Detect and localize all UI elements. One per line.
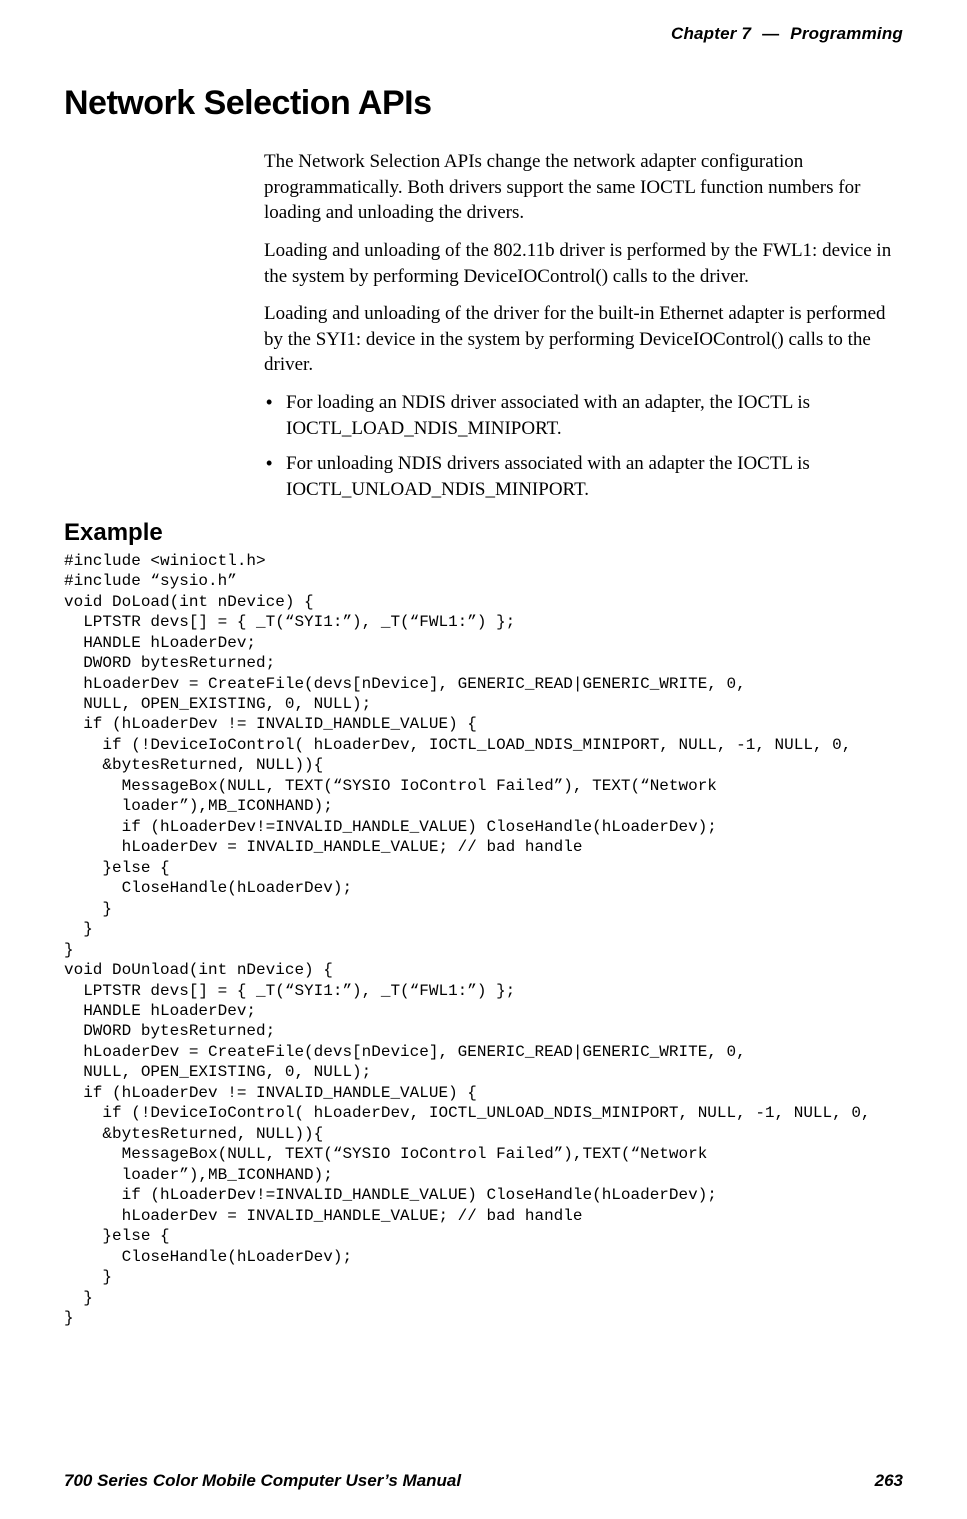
bullet-item-2: For unloading NDIS drivers associated wi… [264, 451, 903, 502]
paragraph-1: The Network Selection APIs change the ne… [264, 149, 903, 226]
body-column: The Network Selection APIs change the ne… [264, 149, 903, 503]
page: Chapter 7 — Programming Network Selectio… [0, 0, 967, 1519]
bullet-item-1: For loading an NDIS driver associated wi… [264, 390, 903, 441]
header-separator: — [756, 24, 785, 43]
paragraph-3: Loading and unloading of the driver for … [264, 301, 903, 378]
page-footer: 700 Series Color Mobile Computer User’s … [64, 1471, 903, 1491]
manual-title: 700 Series Color Mobile Computer User’s … [64, 1471, 461, 1491]
chapter-number: 7 [742, 24, 752, 43]
example-heading: Example [64, 519, 903, 547]
page-number: 263 [875, 1471, 903, 1491]
paragraph-2: Loading and unloading of the 802.11b dri… [264, 238, 903, 289]
chapter-word: Chapter [671, 24, 737, 43]
section-title: Network Selection APIs [64, 84, 903, 123]
chapter-title: Programming [790, 24, 903, 43]
code-block: #include <winioctl.h> #include “sysio.h”… [64, 551, 903, 1329]
running-header: Chapter 7 — Programming [64, 24, 903, 44]
bullet-list: For loading an NDIS driver associated wi… [264, 390, 903, 503]
